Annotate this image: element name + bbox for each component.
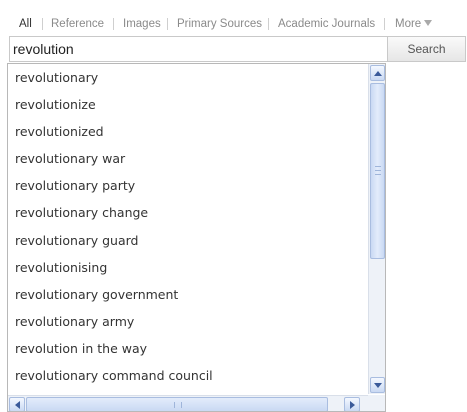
suggestion-item[interactable]: revolutionary war	[8, 145, 368, 172]
chevron-down-icon	[424, 20, 433, 26]
suggestion-item[interactable]: revolutionary	[8, 64, 368, 91]
suggestion-item[interactable]: revolutionary change	[8, 199, 368, 226]
scroll-down-button[interactable]	[370, 377, 385, 393]
tab-primary-sources[interactable]: Primary Sources	[177, 14, 262, 34]
scrollbar-corner	[368, 395, 385, 411]
suggestion-item[interactable]: revolutionary guard	[8, 227, 368, 254]
scroll-right-button[interactable]	[344, 397, 360, 411]
suggestion-item[interactable]: revolutionized	[8, 118, 368, 145]
tab-reference[interactable]: Reference	[51, 14, 104, 34]
suggestion-item[interactable]: revolution in the way	[8, 335, 368, 362]
source-tabs: All Reference Images Primary Sources Aca…	[0, 14, 467, 34]
vertical-scroll-thumb[interactable]	[370, 83, 385, 259]
suggestion-item[interactable]: revolutionize	[8, 91, 368, 118]
tab-divider	[384, 18, 385, 30]
search-input[interactable]	[9, 36, 387, 62]
suggestion-item[interactable]: revolutionary army	[8, 308, 368, 335]
horizontal-scroll-thumb[interactable]	[26, 397, 328, 411]
tab-all[interactable]: All	[19, 14, 32, 34]
tab-academic-journals[interactable]: Academic Journals	[278, 14, 375, 34]
scroll-up-button[interactable]	[370, 65, 385, 81]
vertical-scrollbar[interactable]	[368, 64, 385, 394]
scroll-down-arrow-icon	[373, 382, 382, 388]
scroll-left-arrow-icon	[14, 400, 20, 409]
suggestion-list: revolutionary revolutionize revolutioniz…	[8, 64, 368, 389]
suggestion-item[interactable]: revolutionary party	[8, 172, 368, 199]
suggestion-item[interactable]: revolutionising	[8, 254, 368, 281]
search-button[interactable]: Search	[387, 36, 466, 62]
horizontal-scrollbar[interactable]	[8, 395, 368, 411]
suggestion-item[interactable]: revolutionary command council	[8, 362, 368, 389]
grip-icon	[174, 402, 182, 408]
tab-divider	[167, 18, 168, 30]
tab-more-label: More	[395, 18, 422, 30]
autocomplete-dropdown: revolutionary revolutionize revolutioniz…	[7, 63, 386, 412]
tab-divider	[42, 18, 43, 30]
grip-icon	[375, 166, 381, 175]
tab-more[interactable]: More	[395, 14, 433, 34]
tab-divider	[268, 18, 269, 30]
scroll-right-arrow-icon	[349, 400, 355, 409]
tab-images[interactable]: Images	[123, 14, 161, 34]
suggestion-item[interactable]: revolutionary government	[8, 281, 368, 308]
tab-divider	[113, 18, 114, 30]
scroll-up-arrow-icon	[373, 70, 382, 76]
scroll-left-button[interactable]	[9, 397, 25, 411]
